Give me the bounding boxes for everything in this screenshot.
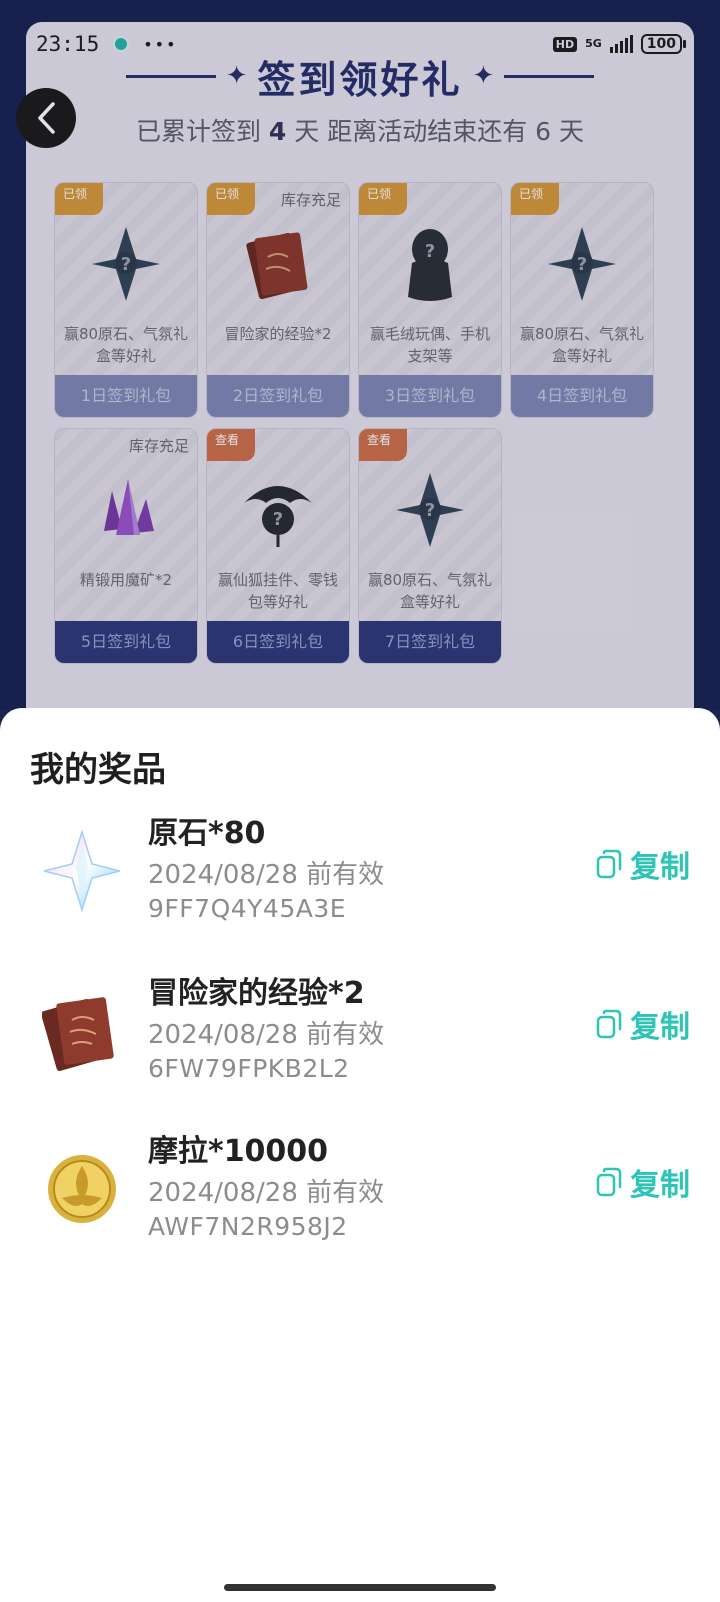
modal-scrim[interactable] bbox=[0, 0, 720, 710]
home-indicator[interactable] bbox=[224, 1584, 496, 1591]
copy-label: 复制 bbox=[630, 850, 690, 885]
redeem-code: AWF7N2R958J2 bbox=[148, 1212, 348, 1241]
copy-icon bbox=[596, 1009, 622, 1039]
prize-name: 冒险家的经验*2 bbox=[148, 976, 365, 1011]
prize-item: 原石*80 2024/08/28 前有效 9FF7Q4Y45A3E 复制 bbox=[0, 808, 720, 938]
my-prizes-sheet: 我的奖品 原石*80 2024/08/28 前有效 9FF7Q4Y45A3E 复… bbox=[0, 708, 720, 1602]
copy-label: 复制 bbox=[630, 1168, 690, 1203]
copy-button[interactable]: 复制 bbox=[596, 1162, 690, 1203]
mora-coin-icon bbox=[48, 1155, 116, 1223]
prize-expiry: 2024/08/28 前有效 bbox=[148, 860, 385, 890]
copy-icon bbox=[596, 849, 622, 879]
sheet-title: 我的奖品 bbox=[30, 750, 166, 790]
prize-item: 摩拉*10000 2024/08/28 前有效 AWF7N2R958J2 复制 bbox=[0, 1126, 720, 1256]
primogem-icon bbox=[43, 830, 121, 912]
redeem-code: 9FF7Q4Y45A3E bbox=[148, 894, 347, 923]
adventurer-book-icon bbox=[42, 997, 114, 1071]
prize-name: 原石*80 bbox=[148, 816, 266, 851]
redeem-code: 6FW79FPKB2L2 bbox=[148, 1054, 350, 1083]
prize-item: 冒险家的经验*2 2024/08/28 前有效 6FW79FPKB2L2 复制 bbox=[0, 968, 720, 1098]
copy-label: 复制 bbox=[630, 1010, 690, 1045]
prize-name: 摩拉*10000 bbox=[148, 1134, 329, 1169]
copy-button[interactable]: 复制 bbox=[596, 844, 690, 885]
copy-button[interactable]: 复制 bbox=[596, 1004, 690, 1045]
prize-expiry: 2024/08/28 前有效 bbox=[148, 1020, 385, 1050]
prize-expiry: 2024/08/28 前有效 bbox=[148, 1178, 385, 1208]
copy-icon bbox=[596, 1167, 622, 1197]
